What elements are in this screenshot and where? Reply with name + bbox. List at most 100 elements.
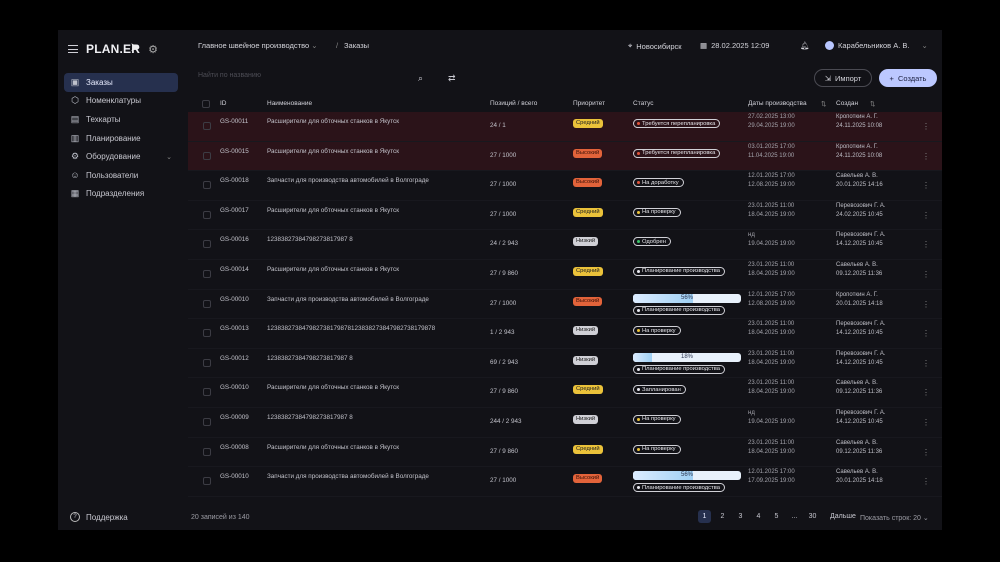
more-options-icon[interactable]: ⋮ [922, 152, 930, 161]
more-options-icon[interactable]: ⋮ [922, 240, 930, 249]
row-checkbox[interactable] [203, 447, 211, 456]
filter-icon[interactable]: ⇄ [448, 73, 456, 84]
header-created[interactable]: Создан [836, 100, 858, 107]
table-row[interactable]: GS-00018 Запчасти для производства автомо… [188, 171, 942, 201]
table-row[interactable]: GS-00015 Расширители для обточных станков… [188, 141, 942, 172]
row-checkbox[interactable] [203, 122, 211, 130]
row-name[interactable]: 12383827384798273817987 8 [267, 355, 353, 362]
search-input[interactable]: Найти по названию [198, 72, 438, 86]
status-badge[interactable]: На проверку [633, 326, 681, 336]
page-button-2[interactable]: 2 [716, 510, 729, 523]
row-checkbox[interactable] [203, 210, 211, 219]
more-options-icon[interactable]: ⋮ [922, 270, 930, 279]
row-name[interactable]: 1238382738479827381798781238382738479827… [267, 325, 435, 332]
more-options-icon[interactable]: ⋮ [922, 329, 930, 338]
page-button-4[interactable]: 4 [752, 510, 765, 523]
table-row[interactable]: GS-00010 Расширители для обточных станков… [188, 378, 942, 408]
table-row[interactable]: GS-00008 Расширители для обточных станков… [188, 438, 942, 468]
more-options-icon[interactable]: ⋮ [922, 448, 930, 457]
more-options-icon[interactable]: ⋮ [922, 388, 930, 397]
page-button-5[interactable]: 5 [770, 510, 783, 523]
sidebar-item-2[interactable]: ▤ Техкарты [64, 110, 178, 129]
row-checkbox[interactable] [203, 240, 211, 249]
row-name[interactable]: Запчасти для производства автомобилей в … [267, 177, 429, 184]
gear-icon[interactable]: ⚙ [148, 43, 158, 56]
support-link[interactable]: ? Поддержка [70, 512, 128, 522]
chevron-down-icon[interactable]: ⌄ [166, 153, 172, 161]
sidebar-item-6[interactable]: ▦ Подразделения [64, 185, 178, 204]
next-page-button[interactable]: Дальше [830, 513, 856, 520]
status-badge[interactable]: На проверку [633, 414, 681, 424]
status-badge[interactable]: Планирование производства [633, 483, 725, 493]
status-badge[interactable]: Планирование производства [633, 305, 725, 315]
more-options-icon[interactable]: ⋮ [922, 122, 930, 131]
header-dates[interactable]: Даты производства [748, 100, 807, 107]
more-options-icon[interactable]: ⋮ [922, 477, 930, 486]
row-name[interactable]: 12383827384798273817987 8 [267, 236, 353, 243]
row-name[interactable]: Расширители для обточных станков в Якутс… [267, 266, 399, 273]
row-checkbox[interactable] [203, 299, 211, 308]
more-options-icon[interactable]: ⋮ [922, 418, 930, 427]
status-badge[interactable]: На доработку [633, 178, 684, 188]
row-name[interactable]: Расширители для обточных станков в Якутс… [267, 444, 399, 451]
status-badge[interactable]: Требуется перепланировка [633, 119, 721, 128]
table-row[interactable]: GS-00011 Расширители для обточных станков… [188, 112, 942, 142]
header-positions[interactable]: Позиций / всего [490, 100, 537, 107]
sidebar-item-3[interactable]: ▥ Планирование [64, 129, 178, 148]
more-options-icon[interactable]: ⋮ [922, 181, 930, 190]
header-status[interactable]: Статус [633, 100, 654, 107]
status-badge[interactable]: Требуется перепланировка [633, 148, 721, 158]
page-button-30[interactable]: 30 [806, 510, 819, 523]
sidebar-item-1[interactable]: ⬡ Номенклатуры [64, 92, 178, 111]
sort-icon[interactable]: ⇅ [821, 100, 826, 108]
status-badge[interactable]: Планирование производства [633, 266, 725, 276]
more-options-icon[interactable]: ⋮ [922, 359, 930, 368]
table-row[interactable]: GS-00013 12383827384798273817987812383827… [188, 319, 942, 349]
row-checkbox[interactable] [203, 269, 211, 278]
more-options-icon[interactable]: ⋮ [922, 300, 930, 309]
table-row[interactable]: GS-00009 12383827384798273817987 8 244 / 2… [188, 408, 942, 438]
hamburger-menu-icon[interactable] [68, 45, 78, 53]
sort-icon[interactable]: ⇅ [870, 100, 875, 108]
row-name[interactable]: Запчасти для производства автомобилей в … [267, 473, 429, 480]
status-badge[interactable]: На проверку [633, 444, 681, 454]
row-name[interactable]: Расширители для обточных станков в Якутс… [267, 118, 399, 125]
header-name[interactable]: Наименование [267, 100, 312, 107]
status-badge[interactable]: Планирование производства [633, 364, 725, 374]
row-checkbox[interactable] [203, 388, 211, 397]
header-priority[interactable]: Приоритет [573, 100, 605, 107]
status-badge[interactable]: На проверку [633, 207, 681, 217]
workspace-selector[interactable]: Главное швейное производство ⌄ [198, 41, 318, 50]
more-options-icon[interactable]: ⋮ [922, 211, 930, 220]
row-name[interactable]: Запчасти для производства автомобилей в … [267, 296, 429, 303]
table-row[interactable]: GS-00014 Расширители для обточных станков… [188, 260, 942, 290]
city-selector[interactable]: ⌖ Новосибирск [628, 41, 682, 51]
sidebar-item-5[interactable]: ☺ Пользователи [64, 166, 178, 185]
row-checkbox[interactable] [203, 417, 211, 426]
search-icon[interactable]: ⌕ [418, 73, 423, 84]
table-row[interactable]: GS-00012 12383827384798273817987 8 69 / 2 … [188, 349, 942, 379]
page-button-1[interactable]: 1 [698, 510, 711, 523]
select-all-checkbox[interactable] [202, 100, 210, 108]
status-badge[interactable]: Одобрен [633, 237, 671, 247]
create-button[interactable]: + Создать [879, 69, 937, 87]
row-checkbox[interactable] [203, 151, 211, 160]
row-name[interactable]: 12383827384798273817987 8 [267, 414, 353, 421]
user-menu[interactable]: Карабельников А. В. ⌄ [825, 41, 928, 50]
table-row[interactable]: GS-00010 Запчасти для производства автомо… [188, 467, 942, 497]
header-id[interactable]: ID [220, 100, 227, 107]
row-name[interactable]: Расширители для обточных станков в Якутс… [267, 148, 399, 155]
row-checkbox[interactable] [203, 358, 211, 367]
row-checkbox[interactable] [203, 329, 211, 338]
table-row[interactable]: GS-00010 Запчасти для производства автомо… [188, 290, 942, 320]
sidebar-item-4[interactable]: ⚙ Оборудование ⌄ [64, 147, 178, 166]
row-checkbox[interactable] [203, 477, 211, 486]
rows-per-page-select[interactable]: Показать строк: 20 ⌄ [860, 514, 929, 522]
bell-icon[interactable]: 🔔︎ [800, 41, 810, 50]
page-button-3[interactable]: 3 [734, 510, 747, 523]
row-name[interactable]: Расширители для обточных станков в Якутс… [267, 384, 399, 391]
table-row[interactable]: GS-00016 12383827384798273817987 8 24 / 2 … [188, 230, 942, 260]
row-checkbox[interactable] [203, 181, 211, 190]
row-name[interactable]: Расширители для обточных станков в Якутс… [267, 207, 399, 214]
status-badge[interactable]: Запланирован [633, 385, 686, 395]
